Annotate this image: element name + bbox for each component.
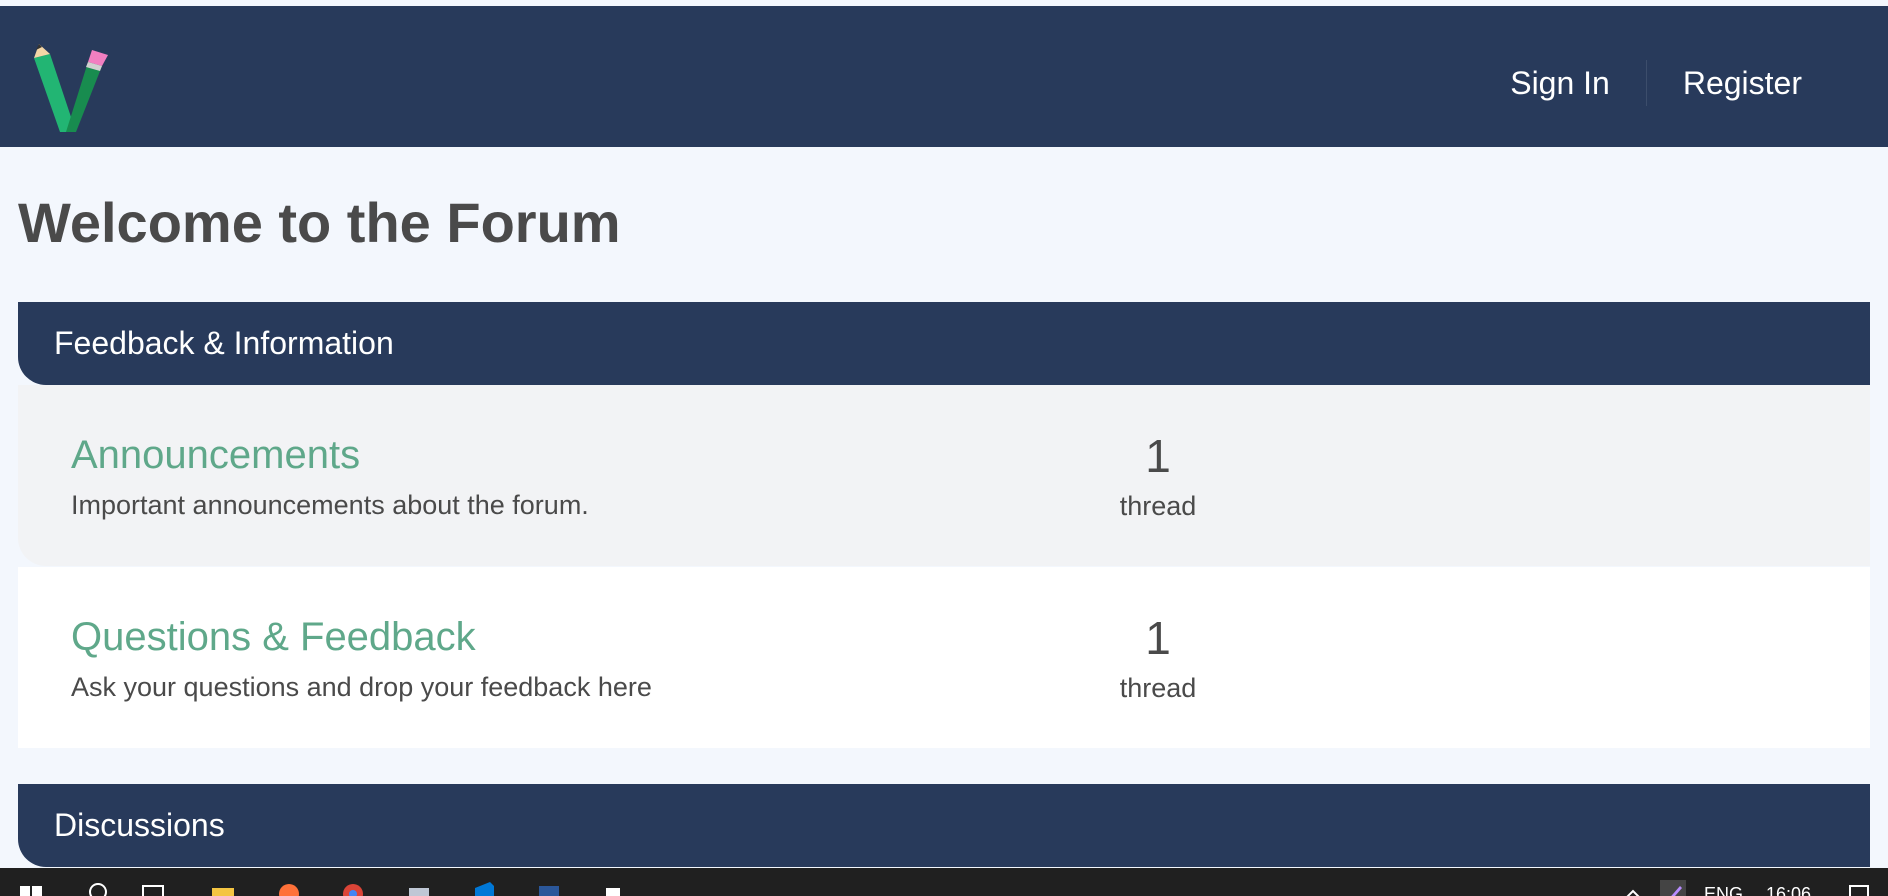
pencil-logo-icon[interactable]	[30, 36, 122, 138]
site-header: Sign In Register	[0, 6, 1888, 147]
search-icon[interactable]	[86, 880, 112, 896]
clock[interactable]: 16:06	[1766, 884, 1811, 896]
header-nav: Sign In Register	[1474, 52, 1838, 114]
register-link[interactable]: Register	[1647, 52, 1838, 114]
file-explorer-icon[interactable]	[210, 880, 236, 896]
chrome-icon[interactable]	[340, 880, 366, 896]
language-indicator[interactable]: ENG	[1704, 884, 1743, 896]
forum-description: Important announcements about the forum.	[71, 490, 589, 520]
forum-row-announcements: Announcements Important announcements ab…	[18, 385, 1870, 566]
app-icon[interactable]	[600, 880, 626, 896]
thread-count: 1	[1145, 430, 1171, 482]
thread-label: thread	[1119, 491, 1197, 521]
firefox-icon[interactable]	[276, 880, 302, 896]
task-view-icon[interactable]	[140, 880, 166, 896]
forum-row-questions-feedback: Questions & Feedback Ask your questions …	[18, 567, 1870, 748]
sign-in-link[interactable]: Sign In	[1474, 52, 1646, 114]
word-icon[interactable]	[536, 880, 562, 896]
vscode-icon[interactable]	[470, 880, 496, 896]
os-taskbar: ENG 16:06	[0, 868, 1888, 896]
thread-count: 1	[1145, 612, 1171, 664]
forum-stats: 1 thread	[1098, 613, 1218, 704]
thread-label: thread	[1119, 673, 1197, 703]
pen-icon[interactable]	[1660, 880, 1686, 896]
forum-link-questions-feedback[interactable]: Questions & Feedback	[71, 615, 476, 660]
chevron-up-icon[interactable]	[1620, 880, 1646, 896]
section-header-feedback: Feedback & Information	[18, 302, 1870, 385]
section-header-discussions: Discussions	[18, 784, 1870, 867]
notifications-icon[interactable]	[1846, 880, 1872, 896]
forum-description: Ask your questions and drop your feedbac…	[71, 672, 652, 702]
windows-start-icon[interactable]	[18, 880, 44, 896]
forum-stats: 1 thread	[1098, 431, 1218, 522]
forum-link-announcements[interactable]: Announcements	[71, 433, 360, 478]
page-title: Welcome to the Forum	[18, 191, 621, 254]
app-window-icon[interactable]	[406, 880, 432, 896]
